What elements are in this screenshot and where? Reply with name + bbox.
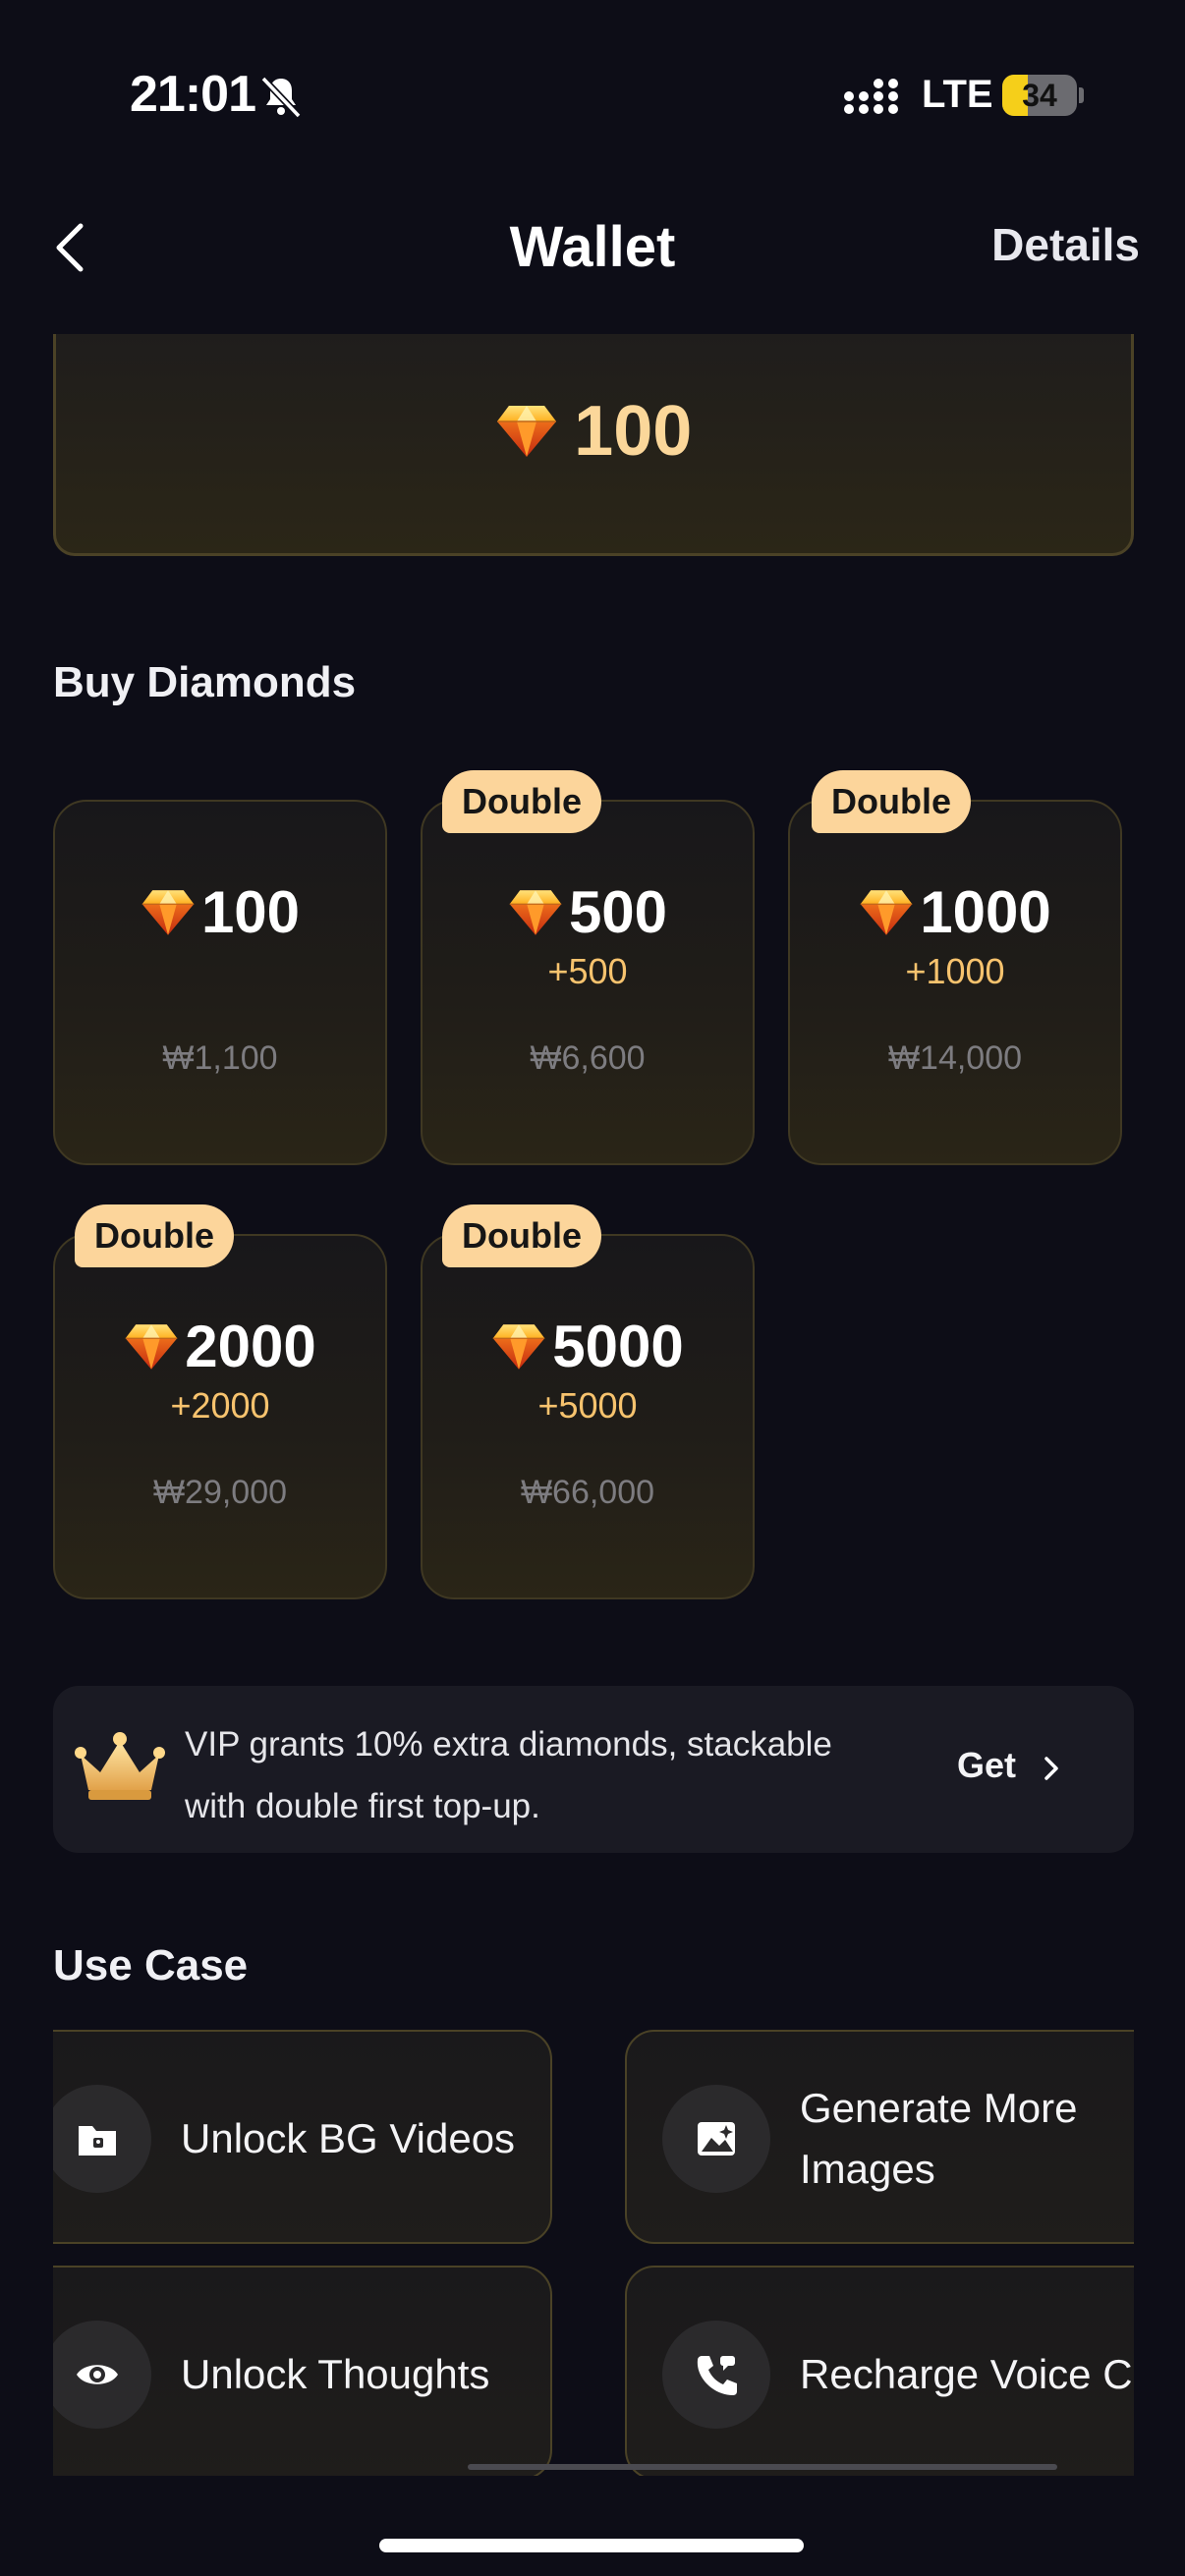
use-case-title: Use Case [53,1941,249,1989]
package-card-2000[interactable]: 2000 +2000 ₩29,000 [53,1234,387,1599]
package-bonus: +5000 [537,1385,638,1426]
image-sparkle-icon [662,2085,770,2193]
use-case-label-line-2: Images [800,2146,935,2192]
status-time: 21:01 [130,66,256,123]
use-case-label: Generate More Images [800,2032,1077,2246]
battery-icon: 34 [1002,75,1084,116]
package-card-500[interactable]: 500 +500 ₩6,600 [421,800,755,1165]
diamond-icon [491,1322,546,1372]
use-case-unlock-bg-videos[interactable]: Unlock BG Videos [53,2030,552,2244]
vip-get-button[interactable]: Get [957,1745,1016,1786]
vip-text-line-1: VIP grants 10% extra diamonds, stackable [185,1725,832,1764]
details-button[interactable]: Details [991,218,1140,271]
package-card-1000[interactable]: 1000 +1000 ₩14,000 [788,800,1122,1165]
package-card-100[interactable]: 100 ₩1,100 [53,800,387,1165]
package-bonus: +500 [547,951,628,991]
diamond-icon [124,1322,179,1372]
package-amount: 2000 [185,1314,316,1379]
crown-icon [75,1732,165,1800]
diamond-icon [495,404,558,459]
buy-diamonds-title: Buy Diamonds [53,658,357,706]
use-case-label: Unlock BG Videos [181,2115,516,2161]
balance-value: 100 [574,392,693,471]
vip-text-line-2: with double first top-up. [185,1787,540,1825]
bell-slash-icon [260,76,302,119]
double-badge: Double [442,1204,601,1267]
double-badge: Double [75,1204,234,1267]
signal-icon [844,79,898,114]
chevron-right-icon [1044,1757,1058,1780]
battery-level: 34 [1022,78,1057,113]
use-case-label-line-1: Generate More [800,2085,1078,2131]
package-price: ₩66,000 [520,1474,655,1511]
package-price: ₩6,600 [530,1039,646,1077]
vip-banner[interactable]: VIP grants 10% extra diamonds, stackable… [53,1686,1134,1853]
phone-icon [662,2321,770,2429]
double-badge: Double [812,770,971,833]
diamond-icon [859,888,914,937]
home-indicator [379,2539,804,2552]
network-type: LTE [922,73,993,116]
balance-card: 100 [53,334,1134,556]
eye-icon [53,2321,151,2429]
carousel-scrollbar [468,2464,1057,2470]
lock-folder-icon [53,2085,151,2193]
package-card-5000[interactable]: 5000 +5000 ₩66,000 [421,1234,755,1599]
package-amount: 5000 [552,1314,684,1379]
package-bonus: +2000 [170,1385,270,1426]
diamond-icon [141,888,196,937]
use-case-carousel[interactable]: Unlock BG Videos Generate More Images Un… [53,2024,1134,2476]
use-case-unlock-thoughts[interactable]: Unlock Thoughts [53,2266,552,2476]
use-case-label: Unlock Thoughts [181,2351,490,2397]
package-amount: 100 [200,879,301,945]
package-amount: 1000 [920,879,1051,945]
package-price: ₩29,000 [152,1474,288,1511]
double-badge: Double [442,770,601,833]
diamond-icon [508,888,563,937]
status-bar: 21:01 LTE 34 [0,0,1185,196]
package-amount: 500 [568,879,668,945]
vip-description: VIP grants 10% extra diamonds, stackable… [185,1713,941,1837]
use-case-generate-images[interactable]: Generate More Images [625,2030,1134,2244]
use-case-label: Recharge Voice C [800,2351,1133,2397]
package-price: ₩1,100 [162,1039,278,1077]
use-case-recharge-voice[interactable]: Recharge Voice C [625,2266,1134,2476]
package-price: ₩14,000 [887,1039,1023,1077]
package-bonus: +1000 [905,951,1005,991]
